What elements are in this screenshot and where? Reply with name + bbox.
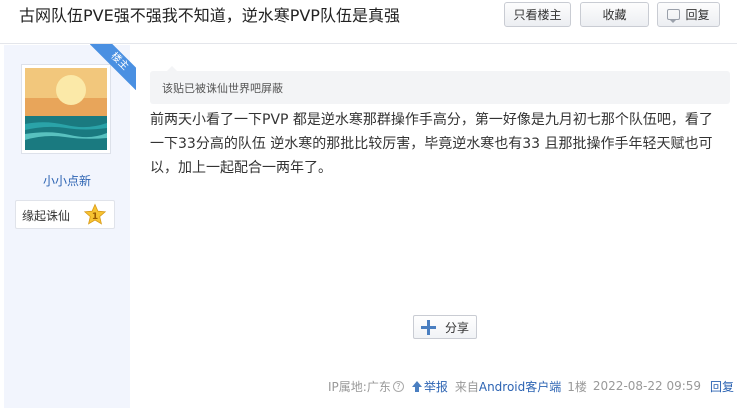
- reply-button[interactable]: 回复: [657, 2, 720, 27]
- post-body-line: 一下33分高的队伍 逆水寒的那批比较厉害，毕竟逆水寒也有33 且那批操作手年轻天…: [150, 136, 713, 152]
- ip-location: IP属地:广东: [328, 379, 391, 394]
- post-title: 古网队伍PVE强不强我不知道，逆水寒PVP队伍是真强: [19, 6, 400, 25]
- speech-bubble-icon: [667, 9, 681, 23]
- question-circle-icon[interactable]: ?: [392, 380, 404, 392]
- badge-level: 1: [92, 212, 98, 222]
- only-owner-button[interactable]: 只看楼主: [504, 2, 571, 27]
- android-client-link[interactable]: Android客户端: [479, 378, 561, 395]
- owner-ribbon-label: 楼主: [90, 44, 136, 90]
- author-username[interactable]: 小小点新: [4, 172, 130, 189]
- badge-name: 缘起诛仙: [22, 209, 71, 223]
- share-button[interactable]: 分享: [413, 315, 477, 339]
- author-sidebar: 小小点新 缘起诛仙 1: [4, 45, 130, 408]
- owner-ribbon: 楼主: [90, 44, 136, 90]
- title-bar: 古网队伍PVE强不强我不知道，逆水寒PVP队伍是真强 只看楼主 收藏 回复: [0, 0, 737, 44]
- post-time: 2022-08-22 09:59: [592, 379, 702, 393]
- warning-icon: [411, 380, 422, 392]
- post-body-line: 以，加上一起配合一两年了。: [150, 160, 332, 176]
- floor-number: 1楼: [567, 379, 587, 394]
- share-button-label: 分享: [444, 320, 469, 335]
- reply-link[interactable]: 回复: [710, 378, 734, 395]
- reply-button-label: 回复: [685, 8, 710, 22]
- post-footer: IP属地:广东 ? 举报 来自 Android客户端 1楼 2022-08-22…: [328, 378, 734, 394]
- report-link[interactable]: 举报: [424, 378, 448, 395]
- post-body: 前两天小看了一下PVP 都是逆水寒那群操作手高分，第一好像是九月初七那个队伍吧，…: [150, 108, 720, 180]
- blocked-notice: 该贴已被诛仙世界吧屏蔽: [150, 66, 730, 104]
- post-body-line: 前两天小看了一下PVP 都是逆水寒那群操作手高分，第一好像是九月初七那个队伍吧，…: [150, 112, 713, 128]
- favorite-button[interactable]: 收藏: [580, 2, 649, 27]
- plus-icon: [420, 319, 436, 335]
- star-icon: 1: [83, 203, 107, 225]
- source-prefix: 来自: [454, 379, 479, 394]
- member-badge[interactable]: 缘起诛仙 1: [15, 200, 115, 229]
